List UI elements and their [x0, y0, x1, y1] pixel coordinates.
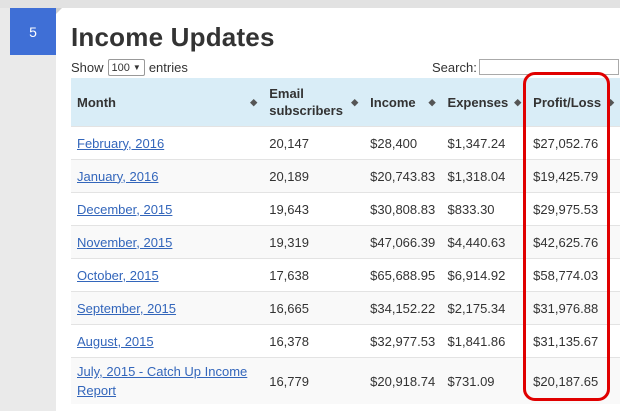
month-link[interactable]: August, 2015 [77, 334, 154, 349]
sort-icon: ◆ [607, 96, 614, 107]
email-cell: 17,638 [263, 258, 365, 292]
expenses-cell: $1,347.24 [441, 126, 528, 160]
column-header-label: Email subscribers [269, 86, 343, 118]
month-cell: November, 2015 [71, 225, 264, 259]
month-cell: September, 2015 [71, 291, 264, 325]
month-link[interactable]: July, 2015 - Catch Up Income Report [77, 362, 253, 400]
column-header-email-subscribers[interactable]: Email subscribers ◆ [263, 78, 365, 127]
show-label: Show [71, 60, 104, 75]
column-header-label: Profit/Loss [533, 94, 602, 110]
page-title: Income Updates [71, 22, 275, 52]
email-cell: 20,189 [263, 159, 365, 193]
profit-loss-cell: $27,052.76 [527, 126, 620, 160]
profit-loss-cell: $19,425.79 [527, 159, 620, 193]
entries-select[interactable]: 100 ▼ [107, 59, 145, 76]
income-cell: $28,400 [364, 126, 442, 160]
chevron-down-icon: ▼ [132, 63, 141, 72]
month-cell: February, 2016 [71, 126, 264, 160]
sort-icon: ◆ [250, 96, 258, 107]
table-row: January, 2016 20,189 $20,743.83 $1,318.0… [71, 159, 620, 193]
month-link[interactable]: January, 2016 [77, 169, 158, 184]
top-strip [0, 0, 620, 8]
sort-icon: ◆ [351, 96, 359, 107]
search-label: Search: [432, 59, 477, 75]
income-cell: $65,688.95 [364, 258, 442, 292]
expenses-cell: $1,841.86 [441, 324, 528, 358]
table-row: November, 2015 19,319 $47,066.39 $4,440.… [71, 225, 620, 259]
table-row: September, 2015 16,665 $34,152.22 $2,175… [71, 291, 620, 325]
search-input[interactable] [478, 59, 619, 75]
income-cell: $32,977.53 [364, 324, 442, 358]
month-link[interactable]: February, 2016 [77, 136, 164, 151]
month-cell: July, 2015 - Catch Up Income Report [71, 357, 264, 404]
income-cell: $20,918.74 [364, 357, 442, 404]
expenses-cell: $731.09 [441, 357, 528, 404]
month-cell: January, 2016 [71, 159, 264, 193]
email-cell: 16,378 [263, 324, 365, 358]
income-cell: $34,152.22 [364, 291, 442, 325]
income-table: Month ◆ Email subscribers ◆ Income ◆ Expens… [71, 78, 620, 404]
table-row: October, 2015 17,638 $65,688.95 $6,914.9… [71, 258, 620, 292]
profit-loss-cell: $29,975.53 [527, 192, 620, 226]
profit-loss-cell: $31,976.88 [527, 291, 620, 325]
income-cell: $20,743.83 [364, 159, 442, 193]
expenses-cell: $2,175.34 [441, 291, 528, 325]
column-header-income[interactable]: Income ◆ [364, 78, 442, 127]
column-header-month[interactable]: Month ◆ [71, 78, 264, 127]
expenses-cell: $833.30 [441, 192, 528, 226]
month-link[interactable]: December, 2015 [77, 202, 172, 217]
column-header-label: Income [370, 94, 416, 110]
table-header-row: Month ◆ Email subscribers ◆ Income ◆ Expens… [71, 78, 620, 127]
profit-loss-cell: $31,135.67 [527, 324, 620, 358]
column-header-label: Month [77, 94, 116, 110]
month-cell: October, 2015 [71, 258, 264, 292]
month-cell: December, 2015 [71, 192, 264, 226]
search-control: Search: [432, 59, 619, 75]
expenses-cell: $1,318.04 [441, 159, 528, 193]
email-cell: 19,319 [263, 225, 365, 259]
profit-loss-cell: $42,625.76 [527, 225, 620, 259]
entries-length-control: Show 100 ▼ entries [71, 59, 188, 76]
month-link[interactable]: September, 2015 [77, 301, 176, 316]
month-link[interactable]: November, 2015 [77, 235, 172, 250]
step-number-badge: 5 [10, 8, 56, 55]
table-row: December, 2015 19,643 $30,808.83 $833.30… [71, 192, 620, 226]
month-link[interactable]: October, 2015 [77, 268, 159, 283]
profit-loss-cell: $58,774.03 [527, 258, 620, 292]
expenses-cell: $4,440.63 [441, 225, 528, 259]
entries-label: entries [148, 60, 188, 75]
email-cell: 20,147 [263, 126, 365, 160]
expenses-cell: $6,914.92 [441, 258, 528, 292]
sort-icon: ◆ [514, 96, 522, 107]
column-header-expenses[interactable]: Expenses ◆ [441, 78, 528, 127]
table-row: February, 2016 20,147 $28,400 $1,347.24 … [71, 126, 620, 160]
month-cell: August, 2015 [71, 324, 264, 358]
email-cell: 16,779 [263, 357, 365, 404]
profit-loss-cell: $20,187.65 [527, 357, 620, 404]
income-cell: $30,808.83 [364, 192, 442, 226]
income-cell: $47,066.39 [364, 225, 442, 259]
column-header-profit-loss[interactable]: Profit/Loss ◆ [527, 78, 620, 127]
card-corner [56, 8, 62, 14]
table-row: August, 2015 16,378 $32,977.53 $1,841.86… [71, 324, 620, 358]
email-cell: 19,643 [263, 192, 365, 226]
column-header-label: Expenses [447, 94, 509, 110]
sort-icon: ◆ [428, 96, 436, 107]
entries-select-value: 100 [111, 61, 130, 74]
email-cell: 16,665 [263, 291, 365, 325]
table-row: July, 2015 - Catch Up Income Report 16,7… [71, 357, 620, 404]
